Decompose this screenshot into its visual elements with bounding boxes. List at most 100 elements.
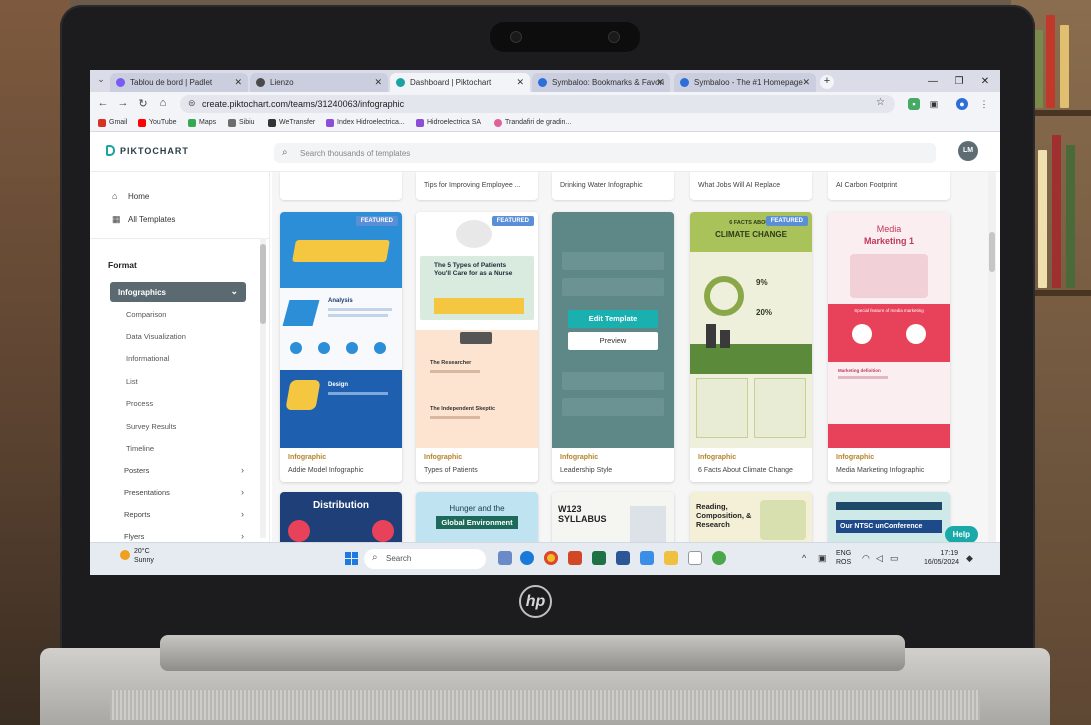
template-card-climate-change[interactable]: 6 FACTS ABOUT CLIMATE CHANGE 9% 20% FEAT… bbox=[690, 212, 812, 482]
chevron-up-icon[interactable]: ^ bbox=[802, 553, 806, 563]
file-explorer-icon[interactable] bbox=[664, 551, 678, 565]
tab-search-icon[interactable]: ⌄ bbox=[94, 74, 108, 85]
template-card-partial[interactable]: Tips for Improving Employee ... bbox=[416, 172, 538, 200]
tray-app-icon[interactable]: ▣ bbox=[818, 553, 827, 564]
address-bar[interactable]: ⊜ create.piktochart.com/teams/31240063/i… bbox=[180, 95, 895, 113]
template-card-syllabus[interactable]: W123 SYLLABUS bbox=[552, 492, 674, 542]
close-icon[interactable]: ✕ bbox=[656, 77, 664, 88]
notification-bell-icon[interactable]: ◆ bbox=[966, 553, 973, 564]
sidebar-item-home[interactable]: ⌂ Home bbox=[112, 191, 149, 201]
tab-piktochart[interactable]: Dashboard | Piktochart ✕ bbox=[390, 73, 530, 92]
book bbox=[1052, 135, 1061, 288]
template-card-leadership-style[interactable]: Edit Template Preview Infographic Leader… bbox=[552, 212, 674, 482]
close-icon[interactable]: ✕ bbox=[516, 77, 524, 88]
bookmark-star-icon[interactable]: ☆ bbox=[876, 97, 885, 108]
bookmark-youtube[interactable]: YouTube bbox=[138, 119, 177, 127]
close-icon[interactable]: ✕ bbox=[802, 77, 810, 88]
bookmark-index-hidroelectrica[interactable]: Index Hidroelectrica... bbox=[326, 119, 405, 127]
minimize-button[interactable]: — bbox=[922, 74, 944, 90]
menu-dots-icon[interactable]: ⋮ bbox=[978, 98, 990, 110]
scrollbar-thumb[interactable] bbox=[989, 232, 995, 272]
search-icon: ⌕ bbox=[282, 147, 288, 158]
weather-widget[interactable]: 20°C Sunny bbox=[120, 547, 154, 565]
template-card-distribution[interactable]: Distribution bbox=[280, 492, 402, 542]
taskbar-app-icon[interactable] bbox=[688, 551, 702, 565]
template-card-partial[interactable] bbox=[280, 172, 402, 200]
bookmark-maps[interactable]: Maps bbox=[188, 119, 216, 127]
reload-icon[interactable]: ↻ bbox=[136, 97, 150, 110]
format-dropdown[interactable]: Infographics ⌄ bbox=[110, 282, 246, 302]
clock[interactable]: 17:19 16/05/2024 bbox=[924, 549, 959, 567]
template-card-addie[interactable]: Analysis Design FEATURED Infographic Add… bbox=[280, 212, 402, 482]
piktochart-logo[interactable]: PIKTOCHART bbox=[106, 145, 189, 156]
new-tab-button[interactable]: + bbox=[820, 75, 834, 89]
bookmark-trandafiri[interactable]: Trandafiri de gradin... bbox=[494, 119, 571, 127]
bookmark-hidroelectrica-sa[interactable]: Hidroelectrica SA bbox=[416, 119, 481, 127]
volume-icon[interactable]: ◁ bbox=[876, 553, 883, 564]
close-icon[interactable]: ✕ bbox=[234, 77, 242, 88]
sidebar-subitem-comparison[interactable]: Comparison bbox=[126, 310, 166, 319]
tab-padlet[interactable]: Tablou de bord | Padlet ✕ bbox=[110, 73, 248, 92]
sidebar-item-all-templates[interactable]: ▦ All Templates bbox=[112, 214, 175, 224]
forward-icon[interactable]: → bbox=[116, 97, 130, 109]
template-search-input[interactable]: ⌕ Search thousands of templates bbox=[274, 143, 936, 163]
back-icon[interactable]: ← bbox=[96, 97, 110, 109]
edge-icon[interactable] bbox=[520, 551, 534, 565]
sidebar-subitem-timeline[interactable]: Timeline bbox=[126, 444, 154, 453]
bookmark-gmail[interactable]: Gmail bbox=[98, 119, 127, 127]
template-card-hunger[interactable]: Hunger and the Global Environment bbox=[416, 492, 538, 542]
profile-icon[interactable]: ● bbox=[956, 98, 968, 110]
preview-button[interactable]: Preview bbox=[568, 332, 658, 350]
edit-template-button[interactable]: Edit Template bbox=[568, 310, 658, 328]
template-card-media-marketing[interactable]: Media Marketing 1 Special feature of med… bbox=[828, 212, 950, 482]
excel-icon[interactable] bbox=[592, 551, 606, 565]
close-window-button[interactable]: ✕ bbox=[974, 74, 996, 90]
tab-symbaloo-bookmarks[interactable]: Symbaloo: Bookmarks & Favori ✕ bbox=[532, 73, 670, 92]
bookmark-wetransfer[interactable]: WeTransfer bbox=[268, 119, 315, 127]
sensor-icon bbox=[608, 31, 620, 43]
taskbar-search[interactable]: ⌕ Search bbox=[364, 549, 486, 569]
windows-start-icon[interactable] bbox=[345, 552, 358, 565]
sidebar-item-posters[interactable]: Posters › bbox=[124, 465, 244, 475]
powerpoint-icon[interactable] bbox=[568, 551, 582, 565]
taskbar-app-icon[interactable] bbox=[712, 551, 726, 565]
taskbar-app-icon[interactable] bbox=[498, 551, 512, 565]
sidebar-item-presentations[interactable]: Presentations › bbox=[124, 487, 244, 497]
maximize-button[interactable]: ❐ bbox=[948, 74, 970, 90]
wifi-icon[interactable]: ◠ bbox=[862, 553, 870, 564]
template-card-reading[interactable]: Reading, Composition, & Research bbox=[690, 492, 812, 542]
store-icon[interactable] bbox=[640, 551, 654, 565]
sidebar-scrollbar[interactable] bbox=[260, 238, 266, 538]
chrome-icon[interactable] bbox=[544, 551, 558, 565]
template-card-partial[interactable]: What Jobs Will AI Replace bbox=[690, 172, 812, 200]
sidebar-subitem-process[interactable]: Process bbox=[126, 399, 153, 408]
close-icon[interactable]: ✕ bbox=[374, 77, 382, 88]
battery-icon[interactable]: ▭ bbox=[890, 553, 899, 564]
sidebar-subitem-list[interactable]: List bbox=[126, 377, 138, 386]
site-info-icon[interactable]: ⊜ bbox=[188, 98, 196, 109]
help-button[interactable]: Help bbox=[944, 526, 978, 542]
tab-lienzo[interactable]: Lienzo ✕ bbox=[250, 73, 388, 92]
template-card-types-of-patients[interactable]: The 5 Types of Patients You'll Care for … bbox=[416, 212, 538, 482]
sidebar-item-reports[interactable]: Reports › bbox=[124, 509, 244, 519]
piktochart-icon bbox=[396, 78, 405, 87]
template-card-partial[interactable]: Drinking Water Infographic bbox=[552, 172, 674, 200]
word-icon[interactable] bbox=[616, 551, 630, 565]
main-scrollbar[interactable] bbox=[988, 172, 996, 542]
extension-icon[interactable]: ▪ bbox=[908, 98, 920, 110]
sidebar-subitem-informational[interactable]: Informational bbox=[126, 354, 169, 363]
sidebar-item-flyers[interactable]: Flyers › bbox=[124, 531, 244, 541]
template-card-partial[interactable]: AI Carbon Footprint bbox=[828, 172, 950, 200]
sidebar-subitem-data-visualization[interactable]: Data Visualization bbox=[126, 332, 186, 341]
scrollbar-thumb[interactable] bbox=[260, 244, 266, 324]
avatar[interactable]: LM bbox=[958, 141, 978, 161]
thumb-title: Design bbox=[328, 382, 349, 388]
language-indicator[interactable]: ENG ROS bbox=[836, 549, 851, 567]
home-icon[interactable]: ⌂ bbox=[156, 97, 170, 109]
sidebar-subitem-survey-results[interactable]: Survey Results bbox=[126, 422, 176, 431]
bookmark-sibiu[interactable]: Sibiu bbox=[228, 119, 255, 127]
template-card-ntsc[interactable]: Our NTSC unConference bbox=[828, 492, 950, 542]
tab-symbaloo-homepage[interactable]: Symbaloo - The #1 Homepage ✕ bbox=[674, 73, 816, 92]
template-thumbnail: 6 FACTS ABOUT CLIMATE CHANGE 9% 20% FEAT… bbox=[690, 212, 812, 448]
extensions-puzzle-icon[interactable]: ▣ bbox=[928, 98, 940, 110]
